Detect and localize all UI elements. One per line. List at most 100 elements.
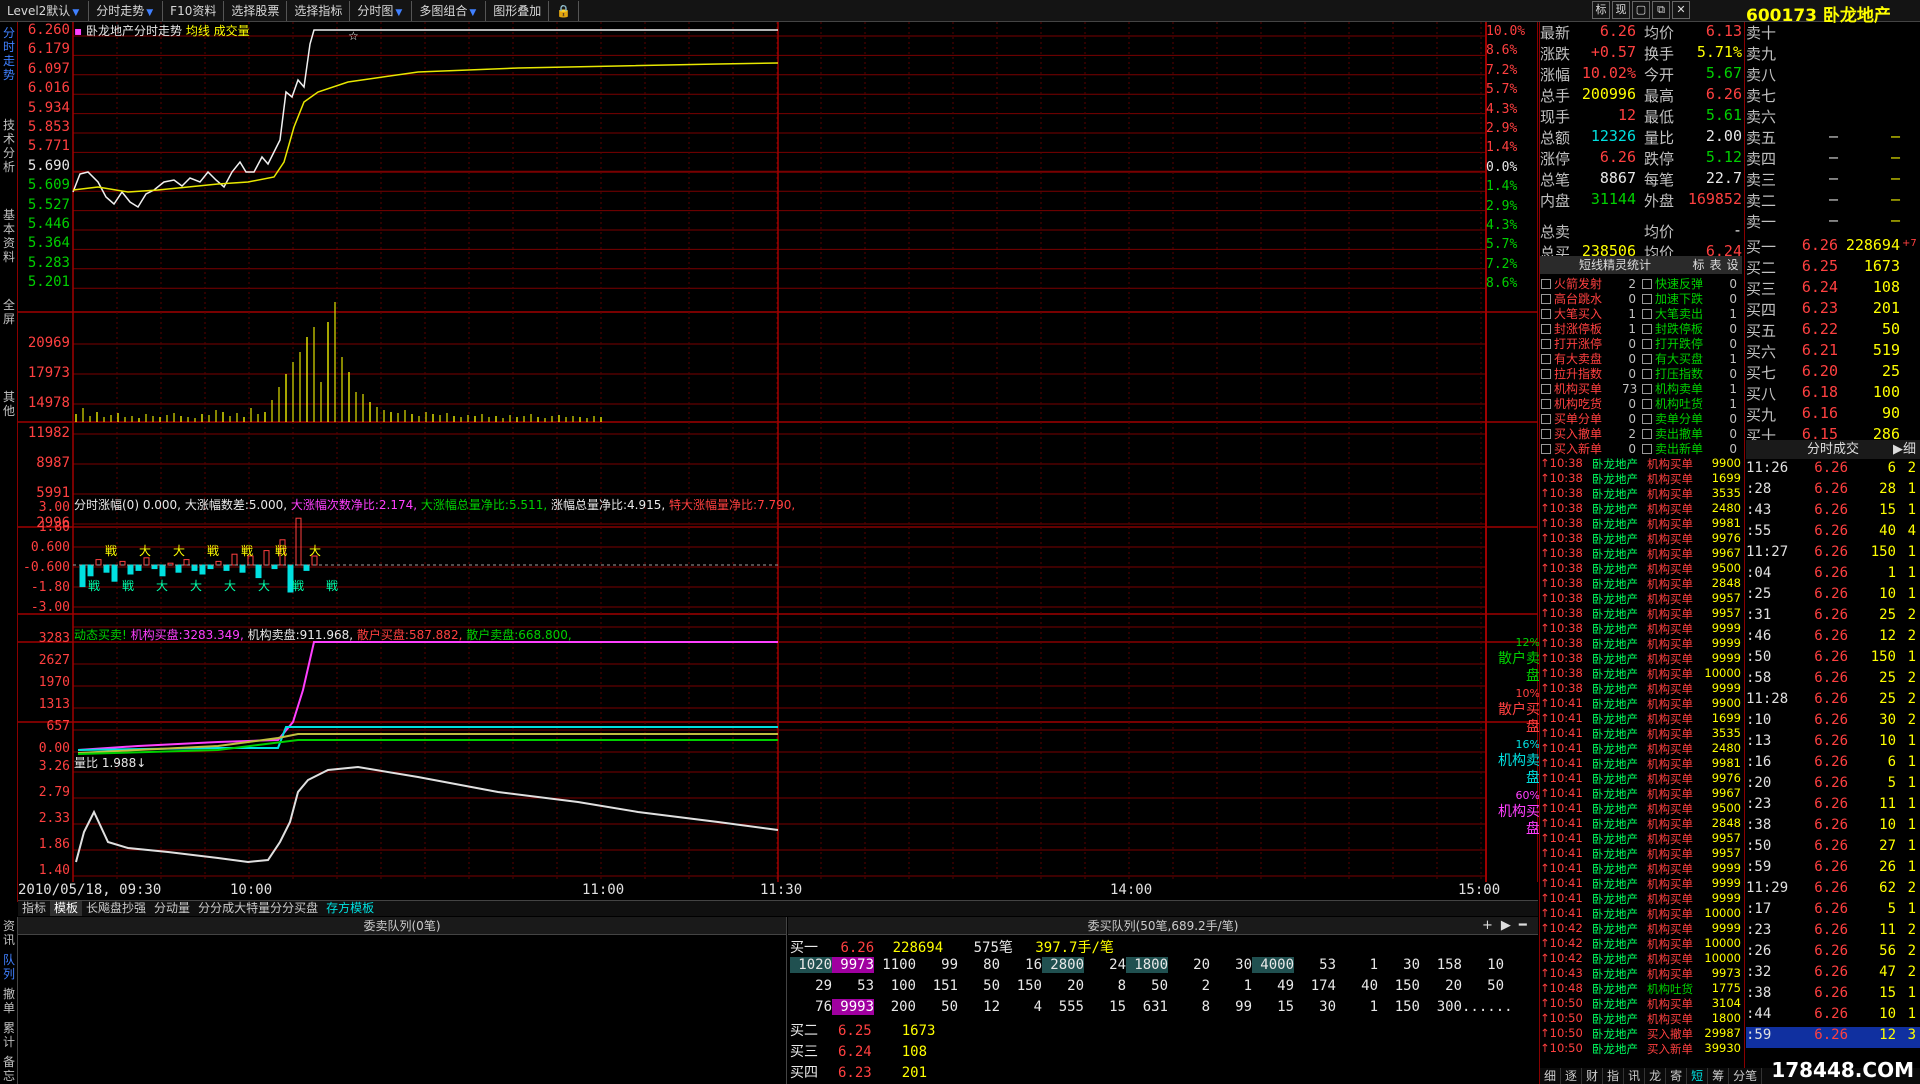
trades-list[interactable]: 11:26 6.26 6 2:28 6.26 28 1:43 6.26 15 1:55 6.26 40… xyxy=(1746,460,1920,1084)
current-button[interactable]: 现 xyxy=(1612,1,1630,19)
bottom-tab[interactable]: 龙 xyxy=(1645,1068,1667,1084)
spirit-row[interactable]: 打开涨停 0 xyxy=(1540,336,1641,351)
ticker-row[interactable]: ↑10:38 卧龙地产 机构买单 9981 xyxy=(1540,516,1742,531)
spirit-row[interactable]: 机构卖单 1 xyxy=(1641,381,1742,396)
ticker-row[interactable]: ↑10:41 卧龙地产 机构买单 9976 xyxy=(1540,771,1742,786)
subtab-save-template[interactable]: 存方模板 xyxy=(322,901,378,916)
checkbox[interactable] xyxy=(1541,443,1551,454)
checkbox[interactable] xyxy=(1642,308,1652,319)
ticker-row[interactable]: ↑10:41 卧龙地产 机构买单 10000 xyxy=(1540,906,1742,921)
ticker-row[interactable]: ↑10:41 卧龙地产 机构买单 2480 xyxy=(1540,741,1742,756)
ticker-row[interactable]: ↑10:41 卧龙地产 机构买单 9999 xyxy=(1540,876,1742,891)
bottom-tab[interactable]: 短 xyxy=(1687,1068,1709,1084)
ticker-row[interactable]: ↑10:38 卧龙地产 机构买单 9999 xyxy=(1540,621,1742,636)
spirit-tab-mark[interactable]: 标 xyxy=(1690,256,1707,274)
spirit-row[interactable]: 打开跌停 0 xyxy=(1641,336,1742,351)
spirit-row[interactable]: 大笔买入 1 xyxy=(1540,306,1641,321)
spirit-row[interactable]: 大笔卖出 1 xyxy=(1641,306,1742,321)
spirit-tab-table[interactable]: 表 xyxy=(1707,256,1724,274)
ticker-row[interactable]: ↑10:50 卧龙地产 机构买单 3104 xyxy=(1540,996,1742,1011)
subtab-template[interactable]: 模板 xyxy=(50,901,83,916)
checkbox[interactable] xyxy=(1541,293,1551,304)
detail-icon[interactable]: ▶细 xyxy=(1893,440,1916,459)
toolbar-select-indicator[interactable]: 选择指标 xyxy=(287,0,351,21)
ticker-row[interactable]: ↑10:38 卧龙地产 机构买单 9999 xyxy=(1540,681,1742,696)
sell-level[interactable]: 卖七 xyxy=(1746,85,1920,106)
bottom-tab[interactable]: 逐 xyxy=(1561,1068,1583,1084)
toolbar-level2[interactable]: Level2默认 ▼ xyxy=(0,0,90,21)
tab-tech-analysis[interactable]: 技术分析 xyxy=(1,118,17,174)
close-icon[interactable]: ✕ xyxy=(1672,1,1690,19)
ticker-row[interactable]: ↑10:38 卧龙地产 机构买单 9957 xyxy=(1540,591,1742,606)
checkbox[interactable] xyxy=(1541,428,1551,439)
buy-level[interactable]: 买三 6.24 108 xyxy=(1746,278,1920,299)
ticker-row[interactable]: ↑10:38 卧龙地产 机构买单 9500 xyxy=(1540,561,1742,576)
ticker-row[interactable]: ↑10:41 卧龙地产 机构买单 9967 xyxy=(1540,786,1742,801)
toolbar-timechart[interactable]: 分时图 ▼ xyxy=(350,0,413,21)
ticker-row[interactable]: ↑10:41 卧龙地产 机构买单 9900 xyxy=(1540,696,1742,711)
ticker-row[interactable]: ↑10:38 卧龙地产 机构买单 9976 xyxy=(1540,531,1742,546)
spirit-row[interactable]: 快速反弹 0 xyxy=(1641,276,1742,291)
spirit-row[interactable]: 卖出新单 0 xyxy=(1641,441,1742,456)
spirit-row[interactable]: 买单分单 0 xyxy=(1540,411,1641,426)
ticker-row[interactable]: ↑10:50 卧龙地产 买入撤单 29987 xyxy=(1540,1026,1742,1041)
checkbox[interactable] xyxy=(1642,353,1652,364)
ticker-row[interactable]: ↑10:41 卧龙地产 机构买单 2848 xyxy=(1540,816,1742,831)
tab-basic-info[interactable]: 基本资料 xyxy=(1,208,17,264)
sell-level[interactable]: 卖十 xyxy=(1746,22,1920,43)
ticker-row[interactable]: ↑10:41 卧龙地产 机构买单 3535 xyxy=(1540,726,1742,741)
checkbox[interactable] xyxy=(1642,338,1652,349)
spirit-row[interactable]: 拉升指数 0 xyxy=(1540,366,1641,381)
ticker-row[interactable]: ↑10:38 卧龙地产 机构买单 9900 xyxy=(1540,456,1742,471)
tab-fullscreen[interactable]: 全屏 xyxy=(1,298,17,326)
checkbox[interactable] xyxy=(1642,368,1652,379)
bottom-tab[interactable]: 筹 xyxy=(1708,1068,1730,1084)
subtab-momentum[interactable]: 分动量 xyxy=(150,901,194,916)
ticker-row[interactable]: ↑10:41 卧龙地产 机构买单 9999 xyxy=(1540,891,1742,906)
ticker-row[interactable]: ↑10:42 卧龙地产 机构买单 10000 xyxy=(1540,936,1742,951)
side-tab-memo[interactable]: 备忘 xyxy=(1,1055,17,1083)
checkbox[interactable] xyxy=(1541,398,1551,409)
toolbar-multi-chart[interactable]: 多图组合 ▼ xyxy=(412,0,487,21)
sell-level[interactable]: 卖八 xyxy=(1746,64,1920,85)
lock-icon[interactable]: 🔒 xyxy=(549,0,580,21)
side-tab-news[interactable]: 资讯 xyxy=(1,919,17,947)
sell-level[interactable]: 卖一 – – xyxy=(1746,211,1920,232)
spirit-row[interactable]: 有大买盘 1 xyxy=(1641,351,1742,366)
checkbox[interactable] xyxy=(1642,293,1652,304)
bottom-tab[interactable]: 分笔 xyxy=(1729,1068,1763,1084)
ticker-row[interactable]: ↑10:38 卧龙地产 机构买单 1699 xyxy=(1540,471,1742,486)
ticker-row[interactable]: ↑10:38 卧龙地产 机构买单 3535 xyxy=(1540,486,1742,501)
buy-level[interactable]: 买一 6.26 228694 xyxy=(1746,236,1920,257)
spirit-row[interactable]: 封涨停板 1 xyxy=(1540,321,1641,336)
sell-level[interactable]: 卖六 xyxy=(1746,106,1920,127)
ticker-row[interactable]: ↑10:42 卧龙地产 机构买单 10000 xyxy=(1540,951,1742,966)
spirit-row[interactable]: 封跌停板 0 xyxy=(1641,321,1742,336)
spirit-row[interactable]: 打压指数 0 xyxy=(1641,366,1742,381)
checkbox[interactable] xyxy=(1642,278,1652,289)
sell-level[interactable]: 卖三 – – xyxy=(1746,169,1920,190)
restore-icon[interactable]: ▢ xyxy=(1632,1,1650,19)
spirit-row[interactable]: 买入撤单 2 xyxy=(1540,426,1641,441)
checkbox[interactable] xyxy=(1642,383,1652,394)
buy-level[interactable]: 买八 6.18 100 xyxy=(1746,383,1920,404)
float-icon[interactable]: ⧉ xyxy=(1652,1,1670,19)
side-tab-cancel[interactable]: 撤单 xyxy=(1,987,17,1015)
checkbox[interactable] xyxy=(1642,413,1652,424)
checkbox[interactable] xyxy=(1541,353,1551,364)
buy-level[interactable]: 买七 6.20 25 xyxy=(1746,362,1920,383)
bottom-tab[interactable]: 财 xyxy=(1582,1068,1604,1084)
sell-level[interactable]: 卖二 – – xyxy=(1746,190,1920,211)
ticker-row[interactable]: ↑10:38 卧龙地产 机构买单 9999 xyxy=(1540,651,1742,666)
spirit-row[interactable]: 机构吐货 1 xyxy=(1641,396,1742,411)
spirit-row[interactable]: 买入新单 0 xyxy=(1540,441,1641,456)
add-icon[interactable]: + xyxy=(1482,918,1493,933)
toolbar-select-stock[interactable]: 选择股票 xyxy=(224,0,288,21)
side-tab-cumulative[interactable]: 累计 xyxy=(1,1021,17,1049)
buy-level[interactable]: 买九 6.16 90 xyxy=(1746,404,1920,425)
ticker-row[interactable]: ↑10:41 卧龙地产 机构买单 9999 xyxy=(1540,861,1742,876)
spirit-ticker[interactable]: ↑10:38 卧龙地产 机构买单 9900 ↑10:38 卧龙地产 机构买单 1699 ↑10:… xyxy=(1540,456,1742,1068)
spirit-row[interactable]: 有大卖盘 0 xyxy=(1540,351,1641,366)
checkbox[interactable] xyxy=(1541,308,1551,319)
checkbox[interactable] xyxy=(1642,428,1652,439)
